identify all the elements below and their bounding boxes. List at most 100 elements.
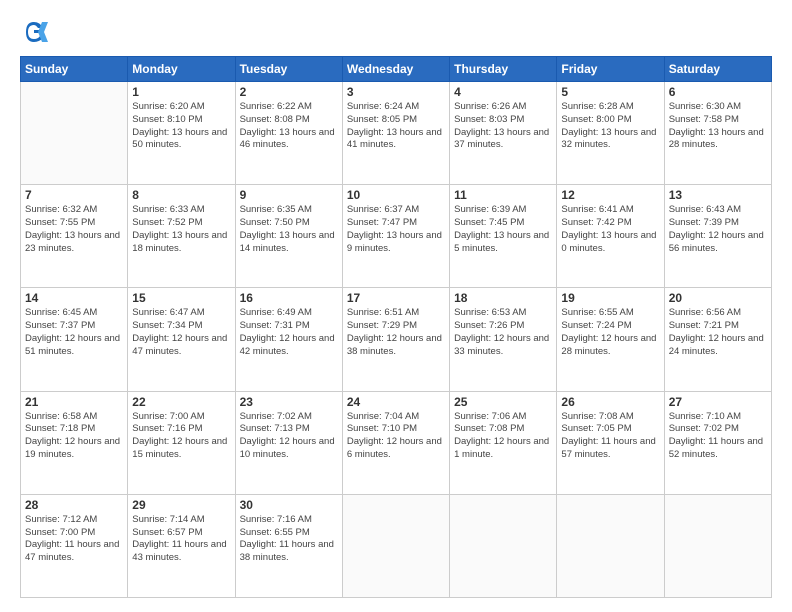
weekday-header-thursday: Thursday (450, 57, 557, 82)
day-info: Sunrise: 7:08 AMSunset: 7:05 PMDaylight:… (561, 411, 659, 462)
day-number: 17 (347, 291, 445, 305)
day-info: Sunrise: 6:35 AMSunset: 7:50 PMDaylight:… (240, 204, 338, 255)
day-number: 12 (561, 188, 659, 202)
week-row-3: 14 Sunrise: 6:45 AMSunset: 7:37 PMDayligh… (21, 288, 772, 391)
day-number: 7 (25, 188, 123, 202)
day-number: 18 (454, 291, 552, 305)
day-info: Sunrise: 7:06 AMSunset: 7:08 PMDaylight:… (454, 411, 552, 462)
day-info: Sunrise: 7:14 AMSunset: 6:57 PMDaylight:… (132, 514, 230, 565)
day-cell: 7 Sunrise: 6:32 AMSunset: 7:55 PMDaylight… (21, 185, 128, 288)
day-number: 30 (240, 498, 338, 512)
day-number: 8 (132, 188, 230, 202)
day-cell: 16 Sunrise: 6:49 AMSunset: 7:31 PMDayligh… (235, 288, 342, 391)
day-cell (342, 494, 449, 597)
day-number: 22 (132, 395, 230, 409)
day-info: Sunrise: 6:43 AMSunset: 7:39 PMDaylight:… (669, 204, 767, 255)
day-cell: 8 Sunrise: 6:33 AMSunset: 7:52 PMDaylight… (128, 185, 235, 288)
weekday-header-sunday: Sunday (21, 57, 128, 82)
weekday-header-row: SundayMondayTuesdayWednesdayThursdayFrid… (21, 57, 772, 82)
day-info: Sunrise: 6:58 AMSunset: 7:18 PMDaylight:… (25, 411, 123, 462)
day-info: Sunrise: 6:32 AMSunset: 7:55 PMDaylight:… (25, 204, 123, 255)
day-info: Sunrise: 6:47 AMSunset: 7:34 PMDaylight:… (132, 307, 230, 358)
weekday-header-saturday: Saturday (664, 57, 771, 82)
day-cell: 29 Sunrise: 7:14 AMSunset: 6:57 PMDayligh… (128, 494, 235, 597)
day-number: 29 (132, 498, 230, 512)
day-info: Sunrise: 6:53 AMSunset: 7:26 PMDaylight:… (454, 307, 552, 358)
day-number: 11 (454, 188, 552, 202)
day-cell (557, 494, 664, 597)
day-cell: 22 Sunrise: 7:00 AMSunset: 7:16 PMDayligh… (128, 391, 235, 494)
day-number: 6 (669, 85, 767, 99)
day-cell (450, 494, 557, 597)
day-number: 16 (240, 291, 338, 305)
day-cell: 13 Sunrise: 6:43 AMSunset: 7:39 PMDayligh… (664, 185, 771, 288)
day-cell: 24Sunrise: 7:04 AMSunset: 7:10 PMDayligh… (342, 391, 449, 494)
weekday-header-monday: Monday (128, 57, 235, 82)
day-cell: 30 Sunrise: 7:16 AMSunset: 6:55 PMDayligh… (235, 494, 342, 597)
week-row-5: 28Sunrise: 7:12 AMSunset: 7:00 PMDayligh… (21, 494, 772, 597)
day-info: Sunrise: 6:24 AMSunset: 8:05 PMDaylight:… (347, 101, 445, 152)
day-info: Sunrise: 6:26 AMSunset: 8:03 PMDaylight:… (454, 101, 552, 152)
weekday-header-tuesday: Tuesday (235, 57, 342, 82)
day-info: Sunrise: 6:28 AMSunset: 8:00 PMDaylight:… (561, 101, 659, 152)
day-info: Sunrise: 7:04 AMSunset: 7:10 PMDaylight:… (347, 411, 445, 462)
day-number: 2 (240, 85, 338, 99)
day-cell: 10Sunrise: 6:37 AMSunset: 7:47 PMDayligh… (342, 185, 449, 288)
day-info: Sunrise: 6:49 AMSunset: 7:31 PMDaylight:… (240, 307, 338, 358)
day-cell: 20Sunrise: 6:56 AMSunset: 7:21 PMDayligh… (664, 288, 771, 391)
logo (20, 18, 52, 46)
calendar-table: SundayMondayTuesdayWednesdayThursdayFrid… (20, 56, 772, 598)
day-cell: 17 Sunrise: 6:51 AMSunset: 7:29 PMDayligh… (342, 288, 449, 391)
day-info: Sunrise: 6:56 AMSunset: 7:21 PMDaylight:… (669, 307, 767, 358)
day-number: 19 (561, 291, 659, 305)
day-info: Sunrise: 6:37 AMSunset: 7:47 PMDaylight:… (347, 204, 445, 255)
day-cell: 14 Sunrise: 6:45 AMSunset: 7:37 PMDayligh… (21, 288, 128, 391)
day-number: 13 (669, 188, 767, 202)
day-info: Sunrise: 6:45 AMSunset: 7:37 PMDaylight:… (25, 307, 123, 358)
day-number: 15 (132, 291, 230, 305)
day-number: 23 (240, 395, 338, 409)
day-number: 28 (25, 498, 123, 512)
week-row-4: 21 Sunrise: 6:58 AMSunset: 7:18 PMDayligh… (21, 391, 772, 494)
day-cell: 6Sunrise: 6:30 AMSunset: 7:58 PMDaylight… (664, 82, 771, 185)
day-info: Sunrise: 7:02 AMSunset: 7:13 PMDaylight:… (240, 411, 338, 462)
day-cell: 3 Sunrise: 6:24 AMSunset: 8:05 PMDaylight… (342, 82, 449, 185)
day-cell: 27Sunrise: 7:10 AMSunset: 7:02 PMDayligh… (664, 391, 771, 494)
day-info: Sunrise: 6:51 AMSunset: 7:29 PMDaylight:… (347, 307, 445, 358)
day-number: 1 (132, 85, 230, 99)
day-number: 5 (561, 85, 659, 99)
day-cell: 21 Sunrise: 6:58 AMSunset: 7:18 PMDayligh… (21, 391, 128, 494)
day-cell: 4 Sunrise: 6:26 AMSunset: 8:03 PMDaylight… (450, 82, 557, 185)
day-cell: 5 Sunrise: 6:28 AMSunset: 8:00 PMDaylight… (557, 82, 664, 185)
day-number: 3 (347, 85, 445, 99)
weekday-header-wednesday: Wednesday (342, 57, 449, 82)
week-row-1: 1 Sunrise: 6:20 AMSunset: 8:10 PMDaylight… (21, 82, 772, 185)
day-cell: 23 Sunrise: 7:02 AMSunset: 7:13 PMDayligh… (235, 391, 342, 494)
header (20, 18, 772, 46)
day-cell: 28Sunrise: 7:12 AMSunset: 7:00 PMDayligh… (21, 494, 128, 597)
day-info: Sunrise: 7:00 AMSunset: 7:16 PMDaylight:… (132, 411, 230, 462)
day-number: 27 (669, 395, 767, 409)
day-info: Sunrise: 6:20 AMSunset: 8:10 PMDaylight:… (132, 101, 230, 152)
day-info: Sunrise: 6:33 AMSunset: 7:52 PMDaylight:… (132, 204, 230, 255)
day-cell: 26 Sunrise: 7:08 AMSunset: 7:05 PMDayligh… (557, 391, 664, 494)
day-cell: 2 Sunrise: 6:22 AMSunset: 8:08 PMDaylight… (235, 82, 342, 185)
week-row-2: 7 Sunrise: 6:32 AMSunset: 7:55 PMDaylight… (21, 185, 772, 288)
day-info: Sunrise: 7:16 AMSunset: 6:55 PMDaylight:… (240, 514, 338, 565)
day-cell (21, 82, 128, 185)
day-cell: 25 Sunrise: 7:06 AMSunset: 7:08 PMDayligh… (450, 391, 557, 494)
logo-icon (20, 18, 48, 46)
day-number: 14 (25, 291, 123, 305)
day-number: 21 (25, 395, 123, 409)
day-cell: 18 Sunrise: 6:53 AMSunset: 7:26 PMDayligh… (450, 288, 557, 391)
day-number: 26 (561, 395, 659, 409)
day-cell: 19 Sunrise: 6:55 AMSunset: 7:24 PMDayligh… (557, 288, 664, 391)
day-cell: 11Sunrise: 6:39 AMSunset: 7:45 PMDayligh… (450, 185, 557, 288)
day-number: 4 (454, 85, 552, 99)
day-cell: 15 Sunrise: 6:47 AMSunset: 7:34 PMDayligh… (128, 288, 235, 391)
day-info: Sunrise: 6:55 AMSunset: 7:24 PMDaylight:… (561, 307, 659, 358)
day-info: Sunrise: 6:22 AMSunset: 8:08 PMDaylight:… (240, 101, 338, 152)
day-number: 25 (454, 395, 552, 409)
day-cell: 12Sunrise: 6:41 AMSunset: 7:42 PMDayligh… (557, 185, 664, 288)
page: SundayMondayTuesdayWednesdayThursdayFrid… (0, 0, 792, 612)
